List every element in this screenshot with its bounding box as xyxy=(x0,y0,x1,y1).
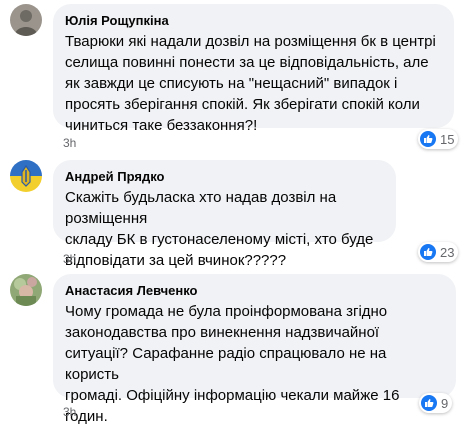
comment-text: Скажіть будьласка хто надав дозвіл на ро… xyxy=(65,189,374,269)
comment-bubble: Анастасия Левченко Чому громада не була … xyxy=(53,274,456,425)
comment-item: Андрей Прядко Скажіть будьласка хто нада… xyxy=(0,156,471,269)
comment-author[interactable]: Юлія Рощупкіна xyxy=(65,12,442,29)
avatar[interactable] xyxy=(10,160,42,192)
comment-text: Чому громада не була проінформована згід… xyxy=(65,303,400,425)
reaction-count-value: 15 xyxy=(440,131,455,147)
comment-item: Юлія Рощупкіна Тварюки які надали дозвіл… xyxy=(0,0,471,150)
avatar[interactable] xyxy=(10,274,42,306)
comment-text: Тварюки які надали дозвіл на розміщення … xyxy=(65,33,436,134)
avatar[interactable] xyxy=(10,4,42,36)
comment-bubble: Юлія Рощупкіна Тварюки які надали дозвіл… xyxy=(53,4,454,134)
comment-timestamp[interactable]: 3h xyxy=(63,405,76,419)
reaction-count[interactable]: 9 xyxy=(419,393,453,413)
comment-bubble: Андрей Прядко Скажіть будьласка хто нада… xyxy=(53,160,396,269)
reaction-count[interactable]: 15 xyxy=(418,129,459,149)
reaction-count-value: 9 xyxy=(441,395,449,411)
like-icon xyxy=(420,131,436,147)
comment-timestamp[interactable]: 3h xyxy=(63,136,76,150)
comment-author[interactable]: Анастасия Левченко xyxy=(65,282,444,299)
comment-item: Анастасия Левченко Чому громада не була … xyxy=(0,270,471,425)
comment-timestamp[interactable]: 3h xyxy=(63,252,76,266)
comment-author[interactable]: Андрей Прядко xyxy=(65,168,384,185)
reaction-count-value: 23 xyxy=(440,244,455,260)
like-icon xyxy=(421,395,437,411)
reaction-count[interactable]: 23 xyxy=(418,242,459,262)
like-icon xyxy=(420,244,436,260)
